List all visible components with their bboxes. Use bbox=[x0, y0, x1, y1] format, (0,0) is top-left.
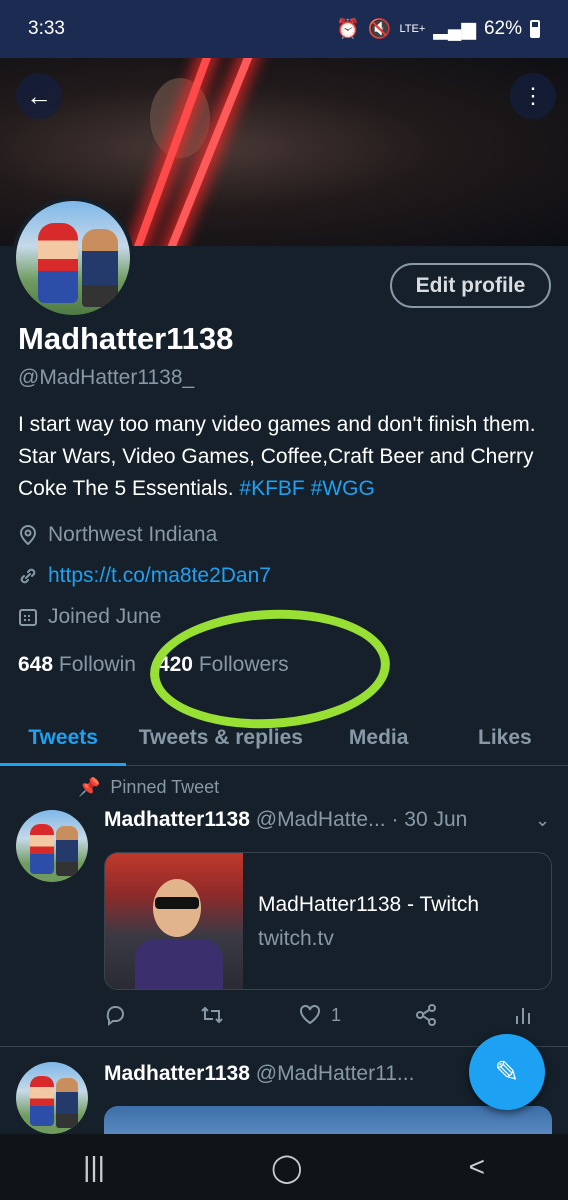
edit-profile-button[interactable]: Edit profile bbox=[390, 263, 551, 308]
like-count: 1 bbox=[330, 1004, 341, 1025]
tweet-author-handle: @MadHatte... bbox=[255, 808, 386, 831]
arrow-left-icon: ← bbox=[26, 80, 52, 111]
more-vertical-icon: ⋮ bbox=[522, 83, 544, 108]
thumbnail-shirt bbox=[135, 939, 223, 989]
share-icon bbox=[416, 1004, 437, 1026]
analytics-icon bbox=[515, 1008, 530, 1024]
network-label: LTE+ bbox=[399, 23, 426, 35]
following-stat[interactable]: 648 Followin bbox=[18, 653, 136, 676]
status-indicators: ⏰ 🔇 LTE+ ▂▄▆ 62% bbox=[336, 17, 540, 41]
hashtag-link[interactable]: #KFBF bbox=[239, 477, 304, 500]
pinned-label: Pinned Tweet bbox=[110, 777, 220, 797]
hashtag-link[interactable]: #WGG bbox=[311, 477, 375, 500]
reply-icon bbox=[106, 1006, 124, 1026]
tweet-header: Madhatter1138 @MadHatte... · 30 Jun bbox=[104, 808, 467, 832]
tweet-date: · 30 Jun bbox=[391, 808, 468, 831]
profile-bio: I start way too many video games and don… bbox=[18, 409, 553, 505]
recent-apps-icon[interactable]: ||| bbox=[83, 1151, 105, 1183]
profile-display-name: Madhatter1138 bbox=[18, 321, 234, 356]
share-button[interactable] bbox=[415, 1004, 437, 1026]
mute-icon: 🔇 bbox=[367, 19, 392, 40]
compose-tweet-button[interactable]: ✎ bbox=[469, 1034, 545, 1110]
card-thumbnail bbox=[105, 853, 243, 989]
calendar-icon bbox=[18, 607, 38, 627]
joined-text: Joined June bbox=[48, 605, 162, 628]
avatar-mario-figure bbox=[30, 1076, 54, 1126]
status-bar: 3:33 ⏰ 🔇 LTE+ ▂▄▆ 62% bbox=[0, 0, 568, 58]
battery-icon bbox=[530, 20, 540, 38]
system-nav-bar: ||| ◯ < bbox=[0, 1134, 568, 1200]
home-icon[interactable]: ◯ bbox=[271, 1151, 302, 1184]
location-pin-icon bbox=[18, 525, 38, 545]
following-count: 648 bbox=[18, 653, 54, 676]
avatar-person-figure bbox=[56, 826, 78, 876]
url-row: https://t.co/ma8te2Dan7 bbox=[18, 564, 271, 588]
link-preview-card[interactable]: MadHatter1138 - Twitch twitch.tv bbox=[104, 852, 552, 990]
avatar-mario-figure bbox=[38, 223, 78, 303]
thumbnail-sunglasses bbox=[155, 897, 199, 909]
tweet-author-handle: @MadHatter11... bbox=[255, 1062, 415, 1085]
analytics-button[interactable] bbox=[512, 1004, 534, 1026]
tab-tweets-replies[interactable]: Tweets & replies bbox=[126, 710, 315, 765]
profile-url-link[interactable]: https://t.co/ma8te2Dan7 bbox=[48, 564, 271, 588]
avatar-mario-figure bbox=[30, 824, 54, 874]
reply-button[interactable] bbox=[104, 1004, 126, 1026]
card-domain: twitch.tv bbox=[258, 927, 334, 950]
retweet-icon bbox=[201, 1006, 224, 1024]
profile-tabs: Tweets Tweets & replies Media Likes bbox=[0, 710, 568, 766]
location-row: Northwest Indiana bbox=[18, 523, 217, 547]
back-nav-icon[interactable]: < bbox=[469, 1151, 485, 1183]
heart-icon bbox=[299, 1004, 320, 1025]
status-time: 3:33 bbox=[28, 18, 65, 39]
link-icon bbox=[18, 566, 38, 586]
pinned-indicator: 📌 Pinned Tweet bbox=[78, 777, 219, 798]
compose-feather-icon: ✎ bbox=[494, 1055, 520, 1089]
joined-row: Joined June bbox=[18, 605, 161, 629]
tweet-media-preview[interactable] bbox=[104, 1106, 552, 1136]
avatar-person-figure bbox=[56, 1078, 78, 1128]
alarm-icon: ⏰ bbox=[336, 19, 360, 40]
chevron-down-icon[interactable]: ⌄ bbox=[535, 810, 550, 831]
tweet-avatar[interactable] bbox=[16, 810, 88, 882]
pin-icon: 📌 bbox=[78, 777, 101, 797]
retweet-button[interactable] bbox=[200, 1004, 224, 1026]
tweet-actions: 1 bbox=[104, 1004, 534, 1026]
tab-likes[interactable]: Likes bbox=[442, 710, 568, 765]
card-title: MadHatter1138 - Twitch bbox=[258, 893, 479, 916]
back-button[interactable]: ← bbox=[16, 73, 62, 119]
tweet-avatar[interactable] bbox=[16, 1062, 88, 1134]
location-text: Northwest Indiana bbox=[48, 523, 218, 546]
profile-handle: @MadHatter1138_ bbox=[18, 366, 195, 389]
battery-percent: 62% bbox=[483, 18, 522, 39]
avatar-person-figure bbox=[82, 229, 118, 307]
tab-tweets[interactable]: Tweets bbox=[0, 710, 127, 766]
tweet-author-name[interactable]: Madhatter1138 bbox=[104, 808, 250, 831]
profile-avatar[interactable] bbox=[12, 197, 134, 319]
tweet-header: Madhatter1138 @MadHatter11... bbox=[104, 1062, 414, 1086]
signal-icon: ▂▄▆ bbox=[433, 18, 476, 40]
tab-media[interactable]: Media bbox=[316, 710, 442, 765]
following-label: Followin bbox=[58, 653, 136, 676]
more-options-button[interactable]: ⋮ bbox=[510, 73, 556, 119]
like-button[interactable]: 1 bbox=[299, 1004, 341, 1026]
tweet-author-name[interactable]: Madhatter1138 bbox=[104, 1062, 250, 1085]
